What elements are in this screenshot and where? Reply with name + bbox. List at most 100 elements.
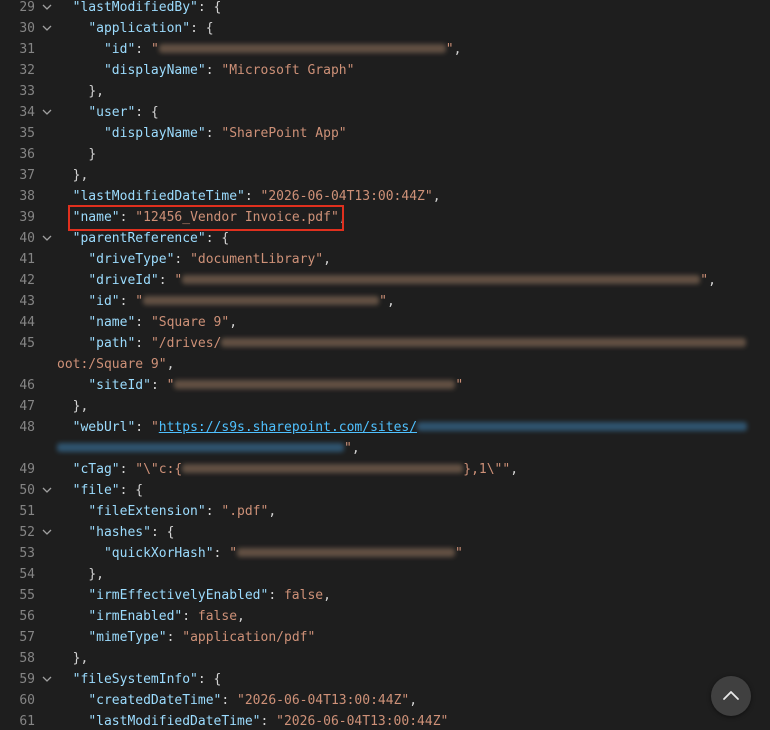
code-line: 60 "createdDateTime": "2026-06-04T13:00:… xyxy=(0,690,770,711)
code-line: ", xyxy=(0,438,770,459)
code-line: 61 "lastModifiedDateTime": "2026-06-04T1… xyxy=(0,711,770,730)
line-content: oot:/Square 9", xyxy=(57,354,770,375)
line-content: "application": { xyxy=(57,18,770,39)
json-key: "fileSystemInfo" xyxy=(72,672,198,687)
line-number: 50 xyxy=(19,483,35,498)
json-key: "name" xyxy=(88,315,136,330)
json-token: }, xyxy=(88,567,104,582)
code-line: 34 "user": { xyxy=(0,102,770,123)
fold-chevron-down-icon[interactable] xyxy=(41,18,53,39)
json-token: , xyxy=(338,210,347,225)
fold-chevron-down-icon[interactable] xyxy=(41,102,53,123)
line-content: ", xyxy=(57,438,770,459)
line-content: }, xyxy=(57,564,770,585)
line-number: 56 xyxy=(19,609,35,624)
line-content: "lastModifiedBy": { xyxy=(57,0,770,18)
code-line: 39 "name": "12456_Vendor Invoice.pdf", xyxy=(0,207,770,228)
line-content: "webUrl": "https://s9s.sharepoint.com/si… xyxy=(57,417,770,438)
line-content: "driveId": " ", xyxy=(57,270,770,291)
json-token: "Square 9" xyxy=(150,315,230,330)
json-token: : xyxy=(119,294,136,309)
code-line: 36 } xyxy=(0,144,770,165)
json-key: "file" xyxy=(72,483,120,498)
redacted-value xyxy=(182,275,701,284)
line-content: "displayName": "SharePoint App" xyxy=(57,123,770,144)
line-content: "quickXorHash": " " xyxy=(57,543,770,564)
code-line: 49 "cTag": "\"c:{},1\"", xyxy=(0,459,770,480)
line-content: "irmEffectivelyEnabled": false, xyxy=(57,585,770,606)
json-key: "application" xyxy=(88,21,191,36)
json-token: , xyxy=(453,42,462,57)
json-token: "12456_Vendor Invoice.pdf" xyxy=(135,210,339,225)
json-token: , xyxy=(166,357,175,372)
fold-chevron-down-icon[interactable] xyxy=(41,0,53,18)
json-key: "name" xyxy=(72,210,120,225)
line-number: 29 xyxy=(19,0,35,15)
json-token: : xyxy=(205,504,222,519)
json-key: "createdDateTime" xyxy=(88,693,222,708)
line-content: "lastModifiedDateTime": "2026-06-04T13:0… xyxy=(57,711,770,730)
code-line: 56 "irmEnabled": false, xyxy=(0,606,770,627)
json-token: : xyxy=(135,315,151,330)
line-number: 53 xyxy=(19,546,35,561)
json-token: , xyxy=(432,189,441,204)
code-line: 44 "name": "Square 9", xyxy=(0,312,770,333)
json-key: "mimeType" xyxy=(88,630,167,645)
json-key: "lastModifiedDateTime" xyxy=(72,189,245,204)
line-number: 46 xyxy=(19,378,35,393)
redacted-value xyxy=(158,44,446,53)
line-number: 57 xyxy=(19,630,35,645)
line-content: "fileSystemInfo": { xyxy=(57,669,770,690)
weburl-link[interactable]: https://s9s.sharepoint.com/sites/ xyxy=(159,420,417,435)
line-content: }, xyxy=(57,648,770,669)
scroll-to-top-button[interactable] xyxy=(711,676,751,716)
json-token: : { xyxy=(150,525,175,540)
json-token: : xyxy=(205,63,222,78)
json-key: "driveId" xyxy=(88,273,159,288)
line-number: 34 xyxy=(19,105,35,120)
fold-chevron-down-icon[interactable] xyxy=(41,669,53,690)
json-token: ".pdf" xyxy=(221,504,269,519)
json-token: : xyxy=(260,714,277,729)
json-token: : xyxy=(166,630,183,645)
line-content: } xyxy=(57,144,770,165)
line-number: 47 xyxy=(19,399,35,414)
json-token: "documentLibrary" xyxy=(190,252,324,267)
line-content: "cTag": "\"c:{},1\"", xyxy=(57,459,770,480)
json-token: : { xyxy=(197,0,222,15)
json-token: : { xyxy=(205,231,230,246)
code-line: 38 "lastModifiedDateTime": "2026-06-04T1… xyxy=(0,186,770,207)
fold-chevron-down-icon[interactable] xyxy=(41,480,53,501)
line-content: "id": " ", xyxy=(57,39,770,60)
json-token: "SharePoint App" xyxy=(221,126,347,141)
json-token: : xyxy=(150,378,167,393)
json-viewer: 29 "lastModifiedBy": {30 "application": … xyxy=(0,0,770,730)
fold-chevron-down-icon[interactable] xyxy=(41,228,53,249)
json-key: "irmEffectivelyEnabled" xyxy=(88,588,269,603)
code-line: 32 "displayName": "Microsoft Graph" xyxy=(0,60,770,81)
json-token: " xyxy=(344,441,352,456)
json-key: "id" xyxy=(88,294,120,309)
fold-chevron-down-icon[interactable] xyxy=(41,522,53,543)
json-token: " xyxy=(150,420,159,435)
line-number: 40 xyxy=(19,231,35,246)
json-token: , xyxy=(510,462,519,477)
json-key: "siteId" xyxy=(88,378,151,393)
json-key: "parentReference" xyxy=(72,231,206,246)
line-content: "mimeType": "application/pdf" xyxy=(57,627,770,648)
